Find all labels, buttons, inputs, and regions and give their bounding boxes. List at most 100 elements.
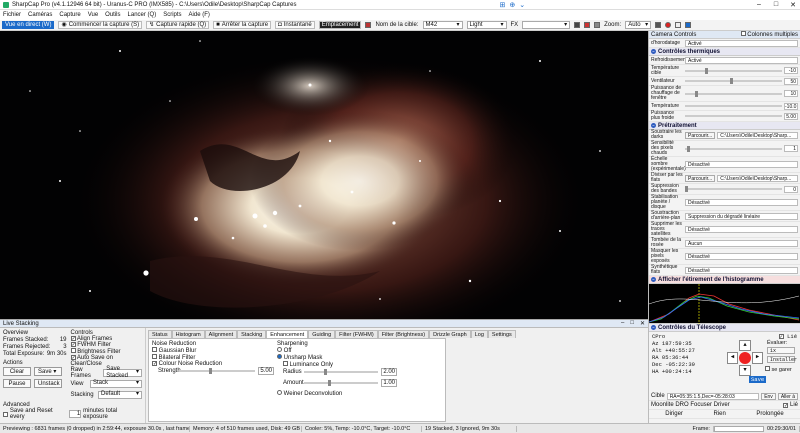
heater-slider[interactable] (685, 90, 782, 97)
bg-select[interactable]: Suppression du dégradé linéaire (685, 212, 798, 220)
fx-select[interactable]: ▾ (522, 21, 571, 29)
tab-histogram[interactable]: Histogram (171, 330, 205, 338)
tab-status[interactable]: Status (148, 330, 172, 338)
tab-filter-brightness[interactable]: Filter (Brightness) (377, 330, 430, 338)
arrow-up-icon[interactable]: ▲ (739, 340, 751, 351)
arrow-right-icon[interactable]: ▶ (752, 352, 763, 364)
focuser-live[interactable]: Lié (790, 402, 798, 408)
tab-stacking[interactable]: Stacking (237, 330, 267, 338)
darks-path[interactable]: C:\Users\Odile\Desktop\Sharp... (717, 131, 798, 139)
live-image[interactable] (0, 31, 648, 319)
hot-pixel-input[interactable]: 1 (784, 145, 798, 152)
multi-column-toggle[interactable]: Colonnes multiples (740, 31, 798, 38)
stop-capture-button[interactable]: ■ Arrêter la capture (213, 21, 272, 29)
banding-input[interactable]: 0 (784, 185, 798, 193)
raw-frames-select[interactable]: Save Stacked ▾ (103, 366, 142, 379)
live-view-button[interactable]: Vue en direct (W) (2, 21, 55, 29)
menu-help[interactable]: Aide (F) (189, 12, 210, 18)
heater-input[interactable]: 10 (784, 90, 798, 97)
tab-guiding[interactable]: Guiding (308, 330, 336, 338)
mask-select[interactable]: Désactivé (685, 253, 798, 260)
zoom-in-icon[interactable] (675, 22, 682, 28)
color-swatch[interactable] (365, 22, 372, 28)
brightness-checkbox[interactable]: Brightness Filter (70, 348, 142, 355)
scope-connected[interactable]: ✓ Lié (778, 333, 797, 340)
fan-input[interactable]: 50 (784, 77, 798, 85)
close-icon[interactable]: ✕ (640, 320, 645, 327)
unsharp-radio[interactable]: Unsharp Mask (277, 354, 397, 361)
stop-slew-icon[interactable] (739, 352, 751, 364)
reticle-icon[interactable] (594, 22, 601, 28)
radius-slider[interactable] (304, 369, 378, 375)
start-capture-button[interactable]: ◉ Commencer la capture (S) (58, 21, 143, 29)
luminance-checkbox[interactable]: Luminance Only (277, 361, 397, 368)
thermal-section-title[interactable]: − Contrôles thermiques (649, 48, 800, 56)
save-reset-checkbox[interactable] (3, 411, 8, 417)
close-button[interactable]: ✕ (786, 1, 800, 9)
quick-capture-button[interactable]: ↯ Capture rapide (Q) (146, 21, 210, 29)
expand-icon[interactable]: ⌄ (519, 1, 525, 9)
park-row[interactable]: se garer (765, 366, 792, 373)
menu-file[interactable]: Fichier (3, 12, 21, 18)
strength-input[interactable]: 5.00 (258, 367, 274, 375)
framing-button[interactable]: Emplacement (318, 21, 362, 29)
gauss-checkbox[interactable]: Gaussian Blur (152, 347, 274, 354)
cooling-select[interactable]: Activé (685, 56, 798, 64)
menu-cameras[interactable]: Caméras (28, 12, 52, 18)
maximize-button[interactable]: □ (769, 1, 783, 8)
target-temp-slider[interactable] (685, 67, 782, 74)
dark-scale-select[interactable]: Désactivé (685, 161, 798, 168)
rotate-icon[interactable] (655, 22, 662, 28)
telescope-section-title[interactable]: − Contrôles du Télescope (649, 324, 800, 332)
synth-select[interactable]: Désactivé (685, 266, 798, 274)
drop-select[interactable]: Aucun (685, 239, 798, 247)
rate-select[interactable]: 1x (767, 347, 795, 354)
menu-scripts[interactable]: Scripts (163, 12, 181, 18)
wiener-radio[interactable]: Weiner Deconvolution (277, 390, 397, 397)
histogram-toggle-icon[interactable] (574, 22, 581, 28)
target-select[interactable]: M42 ▾ (422, 21, 463, 29)
minimize-icon[interactable]: – (621, 320, 624, 327)
flats-browse-button[interactable]: Parcourir... (685, 174, 716, 182)
minimize-button[interactable]: – (752, 1, 766, 8)
goto-button[interactable]: Aller à (777, 392, 798, 400)
amount-slider[interactable] (304, 380, 378, 386)
target-coord-input[interactable]: RA=05:35:1.5,Dec=-05:28:03 (666, 392, 760, 400)
unstack-button[interactable]: Unstack (34, 379, 62, 388)
layout-icon[interactable]: ⊞ (499, 1, 505, 9)
save-reset-input[interactable]: 1 (69, 410, 82, 418)
timestamp-value[interactable]: Activé (685, 39, 798, 47)
hot-pixel-slider[interactable] (685, 145, 782, 152)
target-temp-input[interactable]: -10 (784, 67, 798, 74)
tab-enhancement[interactable]: Enhancement (266, 330, 309, 338)
menu-run[interactable]: Lancer (Q) (128, 12, 157, 18)
tab-alignment[interactable]: Alignment (204, 330, 238, 338)
sat-select[interactable]: Désactivé (685, 226, 798, 233)
off-radio[interactable]: Off (277, 347, 397, 354)
menu-capture[interactable]: Capture (59, 12, 80, 18)
save-stack-button[interactable]: Save ▾ (34, 367, 62, 376)
color-pick-icon[interactable] (584, 22, 591, 28)
pause-button[interactable]: Pause (3, 379, 31, 388)
fan-slider[interactable] (685, 78, 782, 84)
strength-slider[interactable] (179, 368, 255, 374)
bilateral-checkbox[interactable]: Bilateral Filter (152, 354, 274, 361)
clear-button[interactable]: Clear (3, 367, 31, 376)
planet-select[interactable]: Désactivé (685, 199, 798, 206)
radius-input[interactable]: 2.00 (381, 368, 397, 376)
stacking-select[interactable]: Default ▾ (98, 390, 142, 399)
scope-save-button[interactable]: Save (749, 376, 767, 383)
tab-drizzle-graph[interactable]: Drizzle Graph (429, 330, 471, 338)
tab-log[interactable]: Log (470, 330, 488, 338)
arrow-down-icon[interactable]: ▼ (739, 365, 751, 376)
tab-filter-fwhm[interactable]: Filter (FWHM) (335, 330, 378, 338)
banding-slider[interactable] (685, 186, 782, 192)
install-button[interactable]: Installer (767, 356, 797, 363)
view-select[interactable]: Stack ▾ (90, 379, 142, 388)
zoom-icon[interactable]: ⊕ (509, 1, 515, 9)
flats-path[interactable]: C:\Users\Odile\Desktop\Sharp... (717, 174, 798, 182)
arrow-left-icon[interactable]: ◀ (727, 352, 738, 364)
histogram-section-title[interactable]: − Afficher l'étirement de l'histogramme (649, 276, 800, 284)
tab-settings[interactable]: Settings (487, 330, 516, 338)
zoom-select[interactable]: Auto ▾ (625, 21, 652, 29)
